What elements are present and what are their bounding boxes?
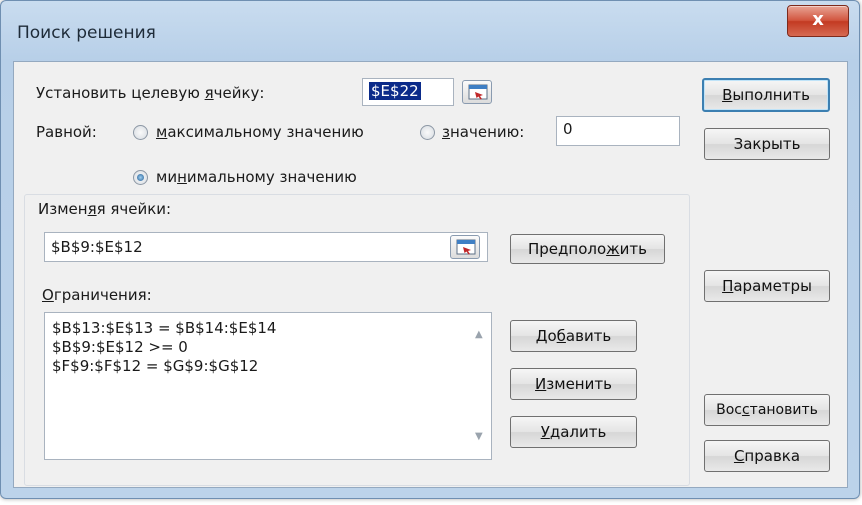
delete-constraint-button[interactable]: Удалить	[510, 416, 637, 448]
value-of-input[interactable]: 0	[556, 116, 680, 146]
options-button[interactable]: Параметры	[704, 270, 830, 302]
scroll-down-icon[interactable]: ▼	[475, 431, 485, 442]
guess-button[interactable]: Предположить	[510, 234, 665, 264]
solve-button[interactable]: Выполнить	[702, 78, 830, 112]
min-value-label[interactable]: минимальному значению	[156, 168, 357, 186]
range-select-icon	[456, 239, 476, 255]
reset-all-button[interactable]: Восстановить	[704, 394, 830, 426]
max-value-label[interactable]: максимальному значению	[156, 123, 364, 141]
constraints-list[interactable]: $B$13:$E$13 = $B$14:$E$14 $B$9:$E$12 >= …	[44, 312, 492, 460]
changing-cells-label: Изменяя ячейки:	[38, 200, 172, 218]
target-cell-value: $E$22	[369, 82, 421, 100]
max-value-radio[interactable]	[133, 125, 148, 140]
target-cell-label: Установить целевую ячейку:	[36, 84, 265, 102]
help-button[interactable]: Справка	[704, 440, 830, 472]
equal-to-label: Равной:	[36, 123, 97, 141]
constraint-item[interactable]: $B$9:$E$12 >= 0	[52, 338, 188, 356]
title-bar[interactable]: Поиск решения x	[1, 1, 859, 53]
change-constraint-button[interactable]: Изменить	[510, 368, 637, 400]
target-cell-picker-button[interactable]	[462, 80, 492, 104]
constraints-label: Ограничения:	[42, 286, 152, 304]
constraint-item[interactable]: $F$9:$F$12 = $G$9:$G$12	[52, 357, 258, 375]
value-of-label[interactable]: значению:	[442, 123, 524, 141]
changing-cells-input[interactable]: $B$9:$E$12	[44, 232, 488, 262]
close-window-button[interactable]: x	[787, 5, 849, 37]
solver-dialog: Поиск решения x Установить целевую ячейк…	[0, 0, 860, 499]
constraint-item[interactable]: $B$13:$E$13 = $B$14:$E$14	[52, 319, 276, 337]
value-of-radio[interactable]	[420, 125, 435, 140]
window-title: Поиск решения	[17, 23, 156, 43]
changing-cells-picker-button[interactable]	[450, 235, 480, 259]
target-cell-input[interactable]: $E$22	[362, 78, 454, 106]
min-value-radio[interactable]	[133, 170, 148, 185]
range-select-icon	[468, 84, 488, 100]
close-button[interactable]: Закрыть	[704, 128, 830, 160]
add-constraint-button[interactable]: Добавить	[510, 320, 637, 352]
dialog-body: Установить целевую ячейку: $E$22 Равной:…	[13, 61, 848, 488]
scroll-up-icon[interactable]: ▲	[475, 329, 485, 340]
